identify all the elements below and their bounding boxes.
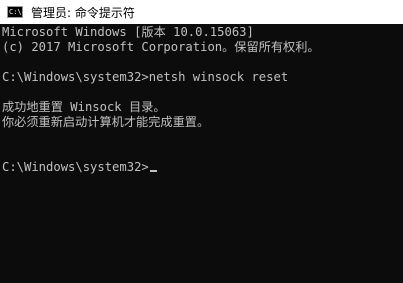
console-line: Microsoft Windows [版本 10.0.15063] [2, 25, 254, 39]
cmd-icon: C:\ [7, 6, 23, 18]
console-line: 你必须重新启动计算机才能完成重置。 [2, 115, 210, 129]
title-bar[interactable]: C:\ 管理员: 命令提示符 [0, 0, 403, 24]
console-prompt: C:\Windows\system32> [2, 160, 149, 174]
console-line: (c) 2017 Microsoft Corporation。保留所有权利。 [2, 40, 320, 54]
console-line: C:\Windows\system32>netsh winsock reset [2, 70, 289, 84]
command-prompt-window: C:\ 管理员: 命令提示符 Microsoft Windows [版本 10.… [0, 0, 403, 283]
console-output[interactable]: Microsoft Windows [版本 10.0.15063] (c) 20… [2, 25, 403, 283]
text-cursor [149, 170, 157, 172]
console-prompt-line[interactable]: C:\Windows\system32> [2, 160, 403, 175]
window-title: 管理员: 命令提示符 [31, 5, 135, 20]
console-line: 成功地重置 Winsock 目录。 [2, 100, 166, 114]
